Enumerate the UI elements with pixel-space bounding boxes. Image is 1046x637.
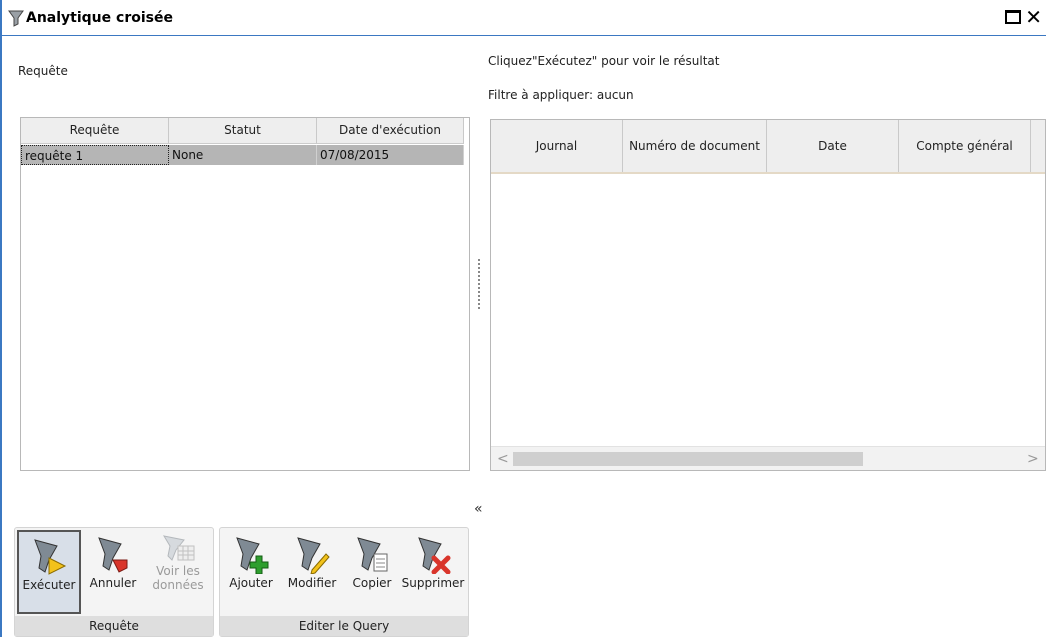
cell-statut[interactable]: None [169, 145, 317, 165]
view-data-icon [162, 535, 195, 561]
cell-requete[interactable]: requête 1 [21, 145, 169, 165]
execute-button[interactable]: Exécuter [17, 530, 81, 614]
cell-date[interactable]: 07/08/2015 [317, 145, 464, 165]
query-panel-label: Requête [18, 64, 68, 78]
run-query-icon [34, 539, 67, 575]
ribbon-group-requete: Exécuter Annuler Voir les données Requêt… [14, 527, 214, 637]
filter-status: Filtre à appliquer: aucun [488, 88, 634, 102]
column-header-numero-document[interactable]: Numéro de document [623, 120, 767, 172]
delete-button[interactable]: Supprimer [400, 530, 466, 614]
execute-hint: Cliquez"Exécutez" pour voir le résultat [488, 54, 720, 68]
copy-query-icon [357, 537, 388, 572]
horizontal-scrollbar[interactable]: < > [491, 446, 1045, 470]
table-row[interactable]: requête 1 None 07/08/2015 [21, 145, 464, 165]
analytique-window: Analytique croisée ✕ Requête Cliquez"Exé… [0, 0, 1046, 637]
close-icon[interactable]: ✕ [1025, 7, 1042, 27]
ribbon-group-editer: Ajouter Modifier Copier Supprimer Editer… [219, 527, 469, 637]
window-controls: ✕ [1005, 7, 1042, 27]
cancel-query-icon [98, 537, 128, 573]
window-title: Analytique croisée [26, 9, 173, 26]
copy-button[interactable]: Copier [346, 530, 398, 614]
scroll-left-icon[interactable]: < [497, 451, 509, 467]
result-grid-header: Journal Numéro de document Date Compte g… [491, 120, 1045, 174]
view-data-button[interactable]: Voir les données [145, 530, 211, 614]
result-grid[interactable]: Journal Numéro de document Date Compte g… [490, 119, 1046, 471]
column-header-date-execution[interactable]: Date d'exécution [317, 118, 464, 144]
query-grid[interactable]: Requête Statut Date d'exécution requête … [20, 117, 470, 471]
column-header-date[interactable]: Date [767, 120, 899, 172]
column-header-journal[interactable]: Journal [491, 120, 623, 172]
title-bar: Analytique croisée ✕ [2, 0, 1046, 36]
add-button[interactable]: Ajouter [224, 530, 278, 614]
panel-splitter[interactable] [478, 259, 480, 309]
cancel-button[interactable]: Annuler [83, 530, 143, 614]
filter-icon [8, 9, 24, 27]
column-header-statut[interactable]: Statut [169, 118, 317, 144]
query-grid-header: Requête Statut Date d'exécution [21, 118, 464, 144]
collapse-panel-button[interactable]: « [474, 501, 483, 517]
ribbon-toolbar: Exécuter Annuler Voir les données Requêt… [2, 523, 1046, 637]
add-query-icon [236, 537, 269, 574]
main-area: Requête Cliquez"Exécutez" pour voir le r… [2, 37, 1046, 523]
maximize-icon[interactable] [1005, 10, 1022, 24]
column-header-compte-general[interactable]: Compte général [899, 120, 1031, 172]
ribbon-group-label: Editer le Query [220, 616, 468, 636]
column-header-requete[interactable]: Requête [21, 118, 169, 144]
scroll-thumb[interactable] [513, 452, 863, 466]
scroll-right-icon[interactable]: > [1027, 451, 1039, 467]
ribbon-group-label: Requête [15, 616, 213, 636]
edit-query-icon [297, 537, 330, 574]
delete-query-icon [418, 537, 451, 574]
modify-button[interactable]: Modifier [282, 530, 342, 614]
